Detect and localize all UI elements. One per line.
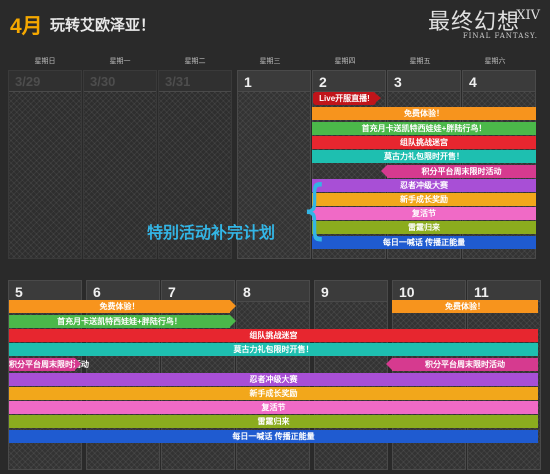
month-subtitle: 玩转艾欧泽亚！: [50, 17, 156, 34]
event-bar: 积分平台周末限时活动: [9, 358, 89, 371]
event-bar: 新手成长奖励: [9, 387, 538, 400]
event-bar: 积分平台周末限时活动: [381, 165, 536, 178]
event-bar: 免费体验！: [312, 107, 536, 120]
event-bar: 雷霆归来: [312, 221, 536, 234]
day-number: 1: [244, 74, 252, 90]
event-bar: 免费体验！: [392, 300, 538, 313]
day-cell: 3/30: [83, 70, 157, 259]
event-bar: 每日一喊话 传播正能量: [9, 430, 538, 443]
day-number: 10: [399, 284, 415, 300]
ff14-logo-numeral: XIV: [516, 8, 540, 23]
day-number: 4: [469, 74, 477, 90]
month-title: 4月: [10, 15, 43, 38]
event-bar: 复活节: [9, 401, 538, 414]
weekday-wed: 星期三: [259, 57, 281, 65]
weekday-sat: 星期六: [484, 57, 506, 65]
event-bar: 组队挑战迷宫: [312, 136, 536, 149]
weekday-mon: 星期一: [109, 57, 131, 65]
event-bar: 新手成长奖励: [312, 193, 536, 206]
day-number: 2: [319, 74, 327, 90]
weekday-sun: 星期日: [34, 57, 56, 65]
day-number: 9: [321, 284, 329, 300]
special-plan-label: 特别活动补完计划: [147, 225, 276, 242]
day-number: 3/29: [15, 74, 41, 89]
event-bar: 每日一喊话 传播正能量: [312, 236, 536, 249]
day-number: 5: [15, 284, 23, 300]
event-bar: 复活节: [312, 207, 536, 220]
event-bar: 莫古力礼包限时开售！: [312, 150, 536, 163]
event-bar: 免费体验！: [9, 300, 236, 313]
weekday-fri: 星期五: [409, 57, 431, 65]
event-bar: 莫古力礼包限时开售！: [9, 343, 538, 356]
ff14-logo-subtitle: FINAL FANTASY.: [462, 32, 538, 40]
day-number: 3/30: [90, 74, 116, 89]
day-number: 3/31: [165, 74, 191, 89]
brace-icon: {: [302, 173, 327, 247]
event-bar: 首充月卡送凯特西娃娃+胖陆行鸟！: [9, 315, 236, 328]
event-bar: 忍者冲级大赛: [9, 373, 538, 386]
day-number: 7: [168, 284, 176, 300]
header: 4月 玩转艾欧泽亚！ 最终幻想 XIV FINAL FANTASY.: [0, 0, 550, 50]
event-bar: 积分平台周末限时活动: [386, 358, 538, 371]
live-launch-tag: Live开服直播!: [313, 92, 381, 105]
day-cell: 3/29: [8, 70, 82, 259]
weekday-tue: 星期二: [184, 57, 206, 65]
day-number: 6: [93, 284, 101, 300]
event-bar: 忍者冲级大赛: [312, 179, 536, 192]
day-number: 8: [243, 284, 251, 300]
weekday-thu: 星期四: [334, 57, 356, 65]
event-bar: 组队挑战迷宫: [9, 329, 538, 342]
day-number: 11: [474, 284, 489, 300]
day-number: 3: [394, 74, 402, 90]
event-bar: 雷霆归来: [9, 415, 538, 428]
event-bar: 首充月卡送凯特西娃娃+胖陆行鸟！: [312, 122, 536, 135]
